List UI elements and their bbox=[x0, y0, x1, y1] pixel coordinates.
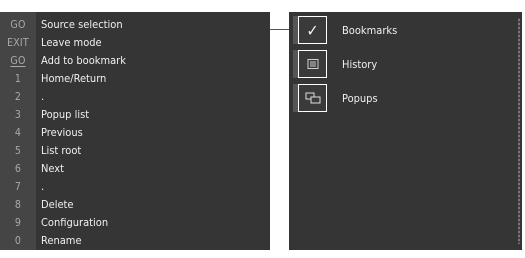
checkmark-icon: ✓ bbox=[306, 20, 319, 40]
key-action-label: List root bbox=[41, 144, 82, 157]
key-action-label: Leave mode bbox=[41, 36, 102, 49]
key-action-label: . bbox=[41, 180, 45, 193]
key-action-label: Delete bbox=[41, 198, 74, 211]
key-row[interactable]: 5 List root bbox=[0, 142, 270, 159]
menu-item-popups[interactable]: Popups bbox=[293, 84, 378, 112]
panel-connector-line bbox=[270, 29, 289, 30]
key-action-label: Popup list bbox=[41, 108, 90, 121]
history-icon bbox=[307, 59, 318, 69]
key-label: 9 bbox=[14, 216, 22, 229]
key-label: 6 bbox=[14, 162, 22, 175]
key-row[interactable]: EXIT Leave mode bbox=[0, 34, 270, 51]
menu-item-history[interactable]: History bbox=[293, 50, 377, 78]
key-action-label: Previous bbox=[41, 126, 83, 139]
key-action-label: . bbox=[41, 90, 45, 103]
key-row[interactable]: 8 Delete bbox=[0, 196, 270, 213]
mode-menu-panel: ✓ Bookmarks History Popups bbox=[289, 12, 522, 250]
key-row[interactable]: 4 Previous bbox=[0, 124, 270, 141]
menu-item-label: Popups bbox=[342, 91, 378, 105]
key-row[interactable]: 1 Home/Return bbox=[0, 70, 270, 87]
key-row[interactable]: 2 . bbox=[0, 88, 270, 105]
key-label: 3 bbox=[14, 108, 22, 121]
key-label: EXIT bbox=[7, 36, 29, 49]
key-row[interactable]: GO Add to bookmark bbox=[0, 52, 270, 69]
scrollbar-indicator[interactable] bbox=[518, 18, 520, 244]
key-row[interactable]: 6 Next bbox=[0, 160, 270, 177]
key-action-label: Configuration bbox=[41, 216, 109, 229]
key-label: 7 bbox=[14, 180, 22, 193]
key-row[interactable]: GO Source selection bbox=[0, 16, 270, 33]
key-action-label: Home/Return bbox=[41, 72, 107, 85]
key-row[interactable]: 9 Configuration bbox=[0, 214, 270, 231]
key-label: 0 bbox=[14, 234, 22, 247]
key-label: 8 bbox=[14, 198, 22, 211]
key-label: 4 bbox=[14, 126, 22, 139]
key-function-panel: GO Source selection EXIT Leave mode GO A… bbox=[0, 12, 270, 250]
key-label: GO bbox=[10, 54, 26, 67]
key-label: 2 bbox=[14, 90, 22, 103]
menu-item-label: Bookmarks bbox=[342, 23, 398, 37]
icon-frame bbox=[293, 84, 327, 112]
key-row[interactable]: 3 Popup list bbox=[0, 106, 270, 123]
popups-icon bbox=[305, 92, 320, 104]
key-label: 5 bbox=[14, 144, 22, 157]
key-label: 1 bbox=[14, 72, 22, 85]
key-action-label: Source selection bbox=[41, 18, 123, 31]
icon-frame bbox=[293, 50, 327, 78]
menu-item-label: History bbox=[342, 57, 378, 71]
icon-frame: ✓ bbox=[293, 16, 327, 44]
key-label: GO bbox=[10, 18, 26, 31]
key-action-label: Add to bookmark bbox=[41, 54, 126, 67]
key-row[interactable]: 7 . bbox=[0, 178, 270, 195]
key-action-label: Next bbox=[41, 162, 65, 175]
key-row[interactable]: 0 Rename bbox=[0, 232, 270, 249]
key-action-label: Rename bbox=[41, 234, 82, 247]
menu-item-bookmarks[interactable]: ✓ Bookmarks bbox=[293, 16, 397, 44]
